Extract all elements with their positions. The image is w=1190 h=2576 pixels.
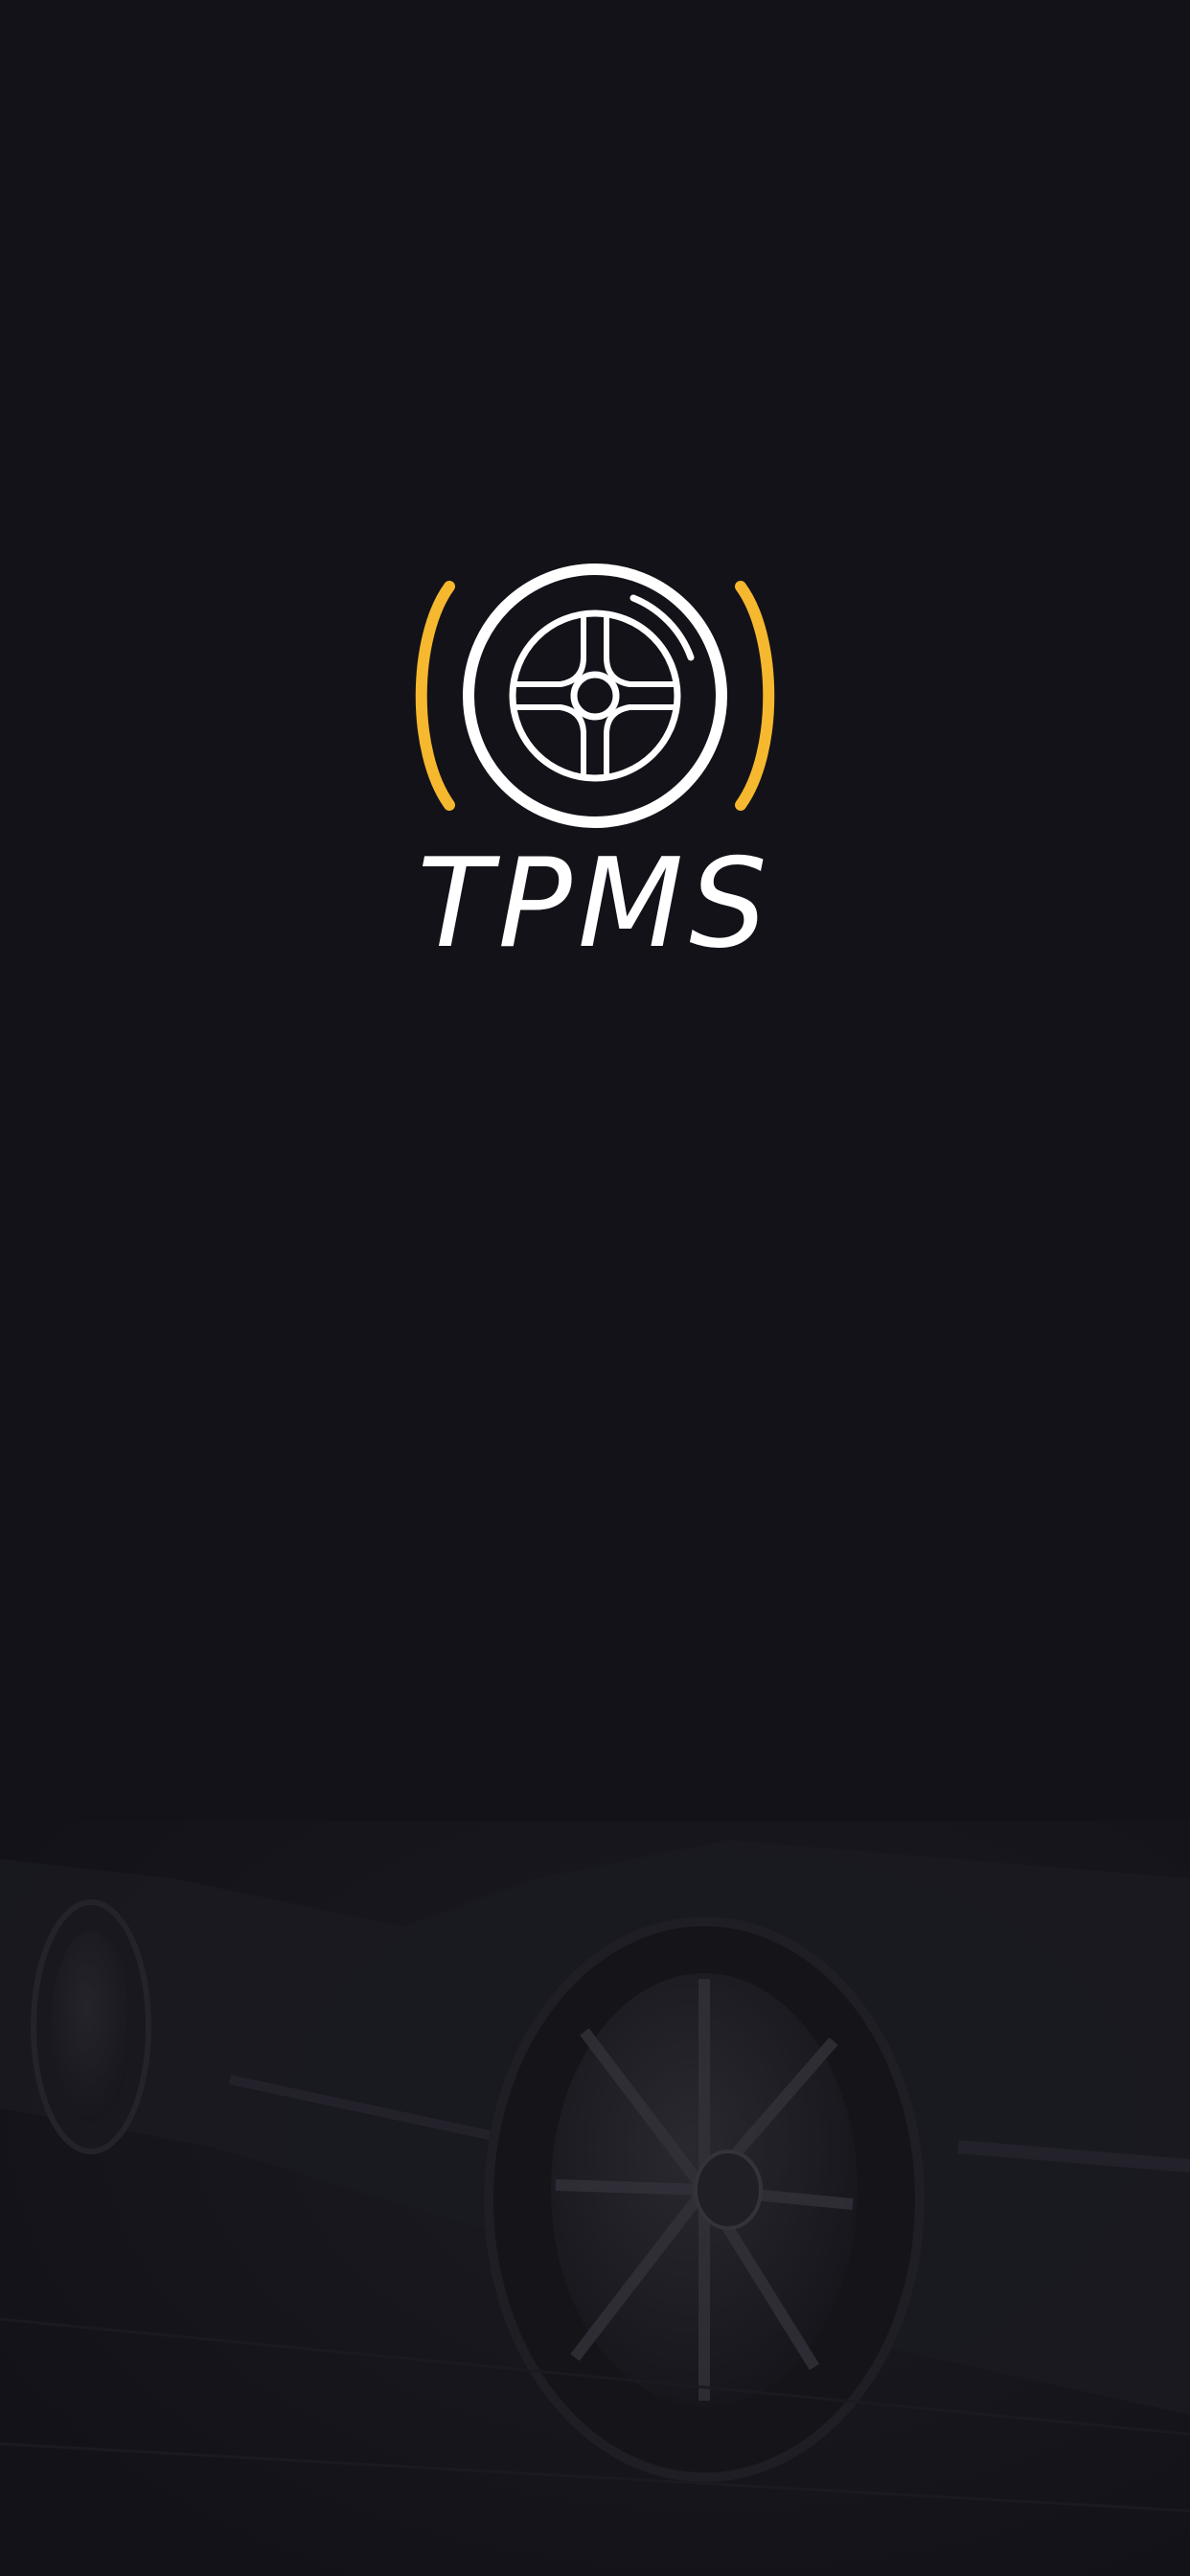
tire-pressure-wheel-icon (415, 564, 775, 828)
car-wheel-photo (0, 1821, 1190, 2576)
app-title: TPMS (417, 833, 773, 976)
splash-screen: TPMS (0, 0, 1190, 2576)
